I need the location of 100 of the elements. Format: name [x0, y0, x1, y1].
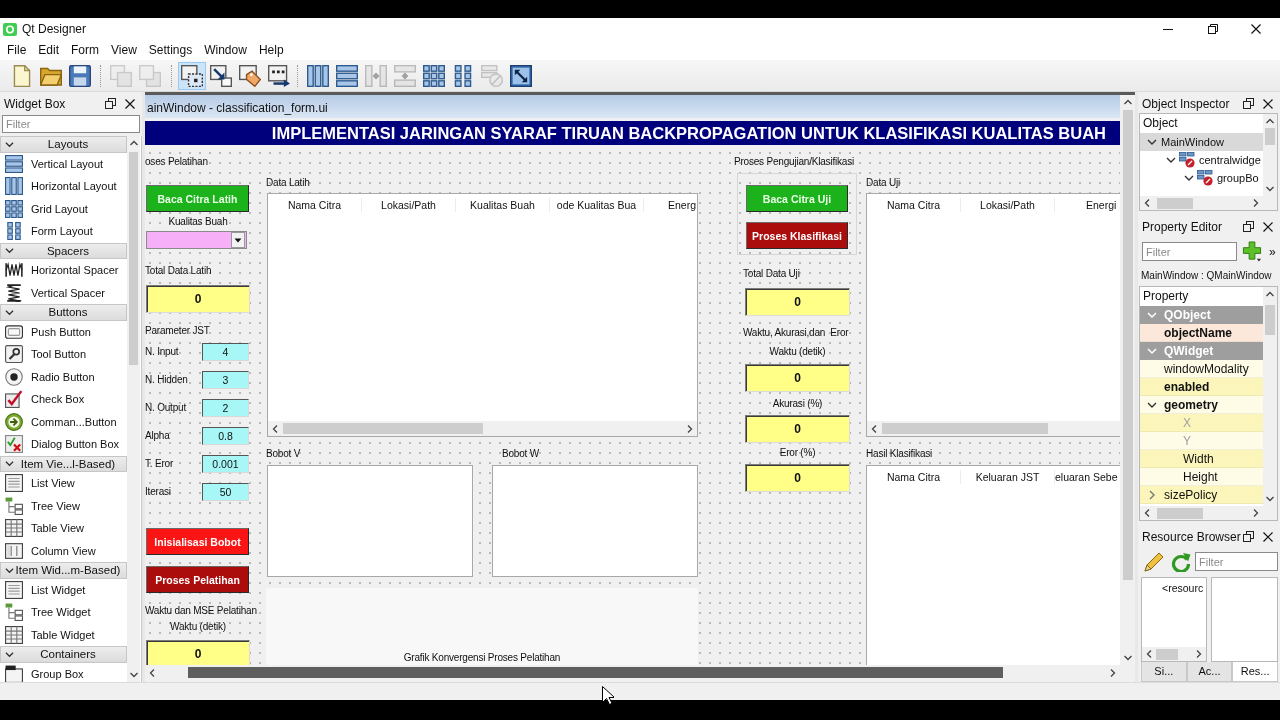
- category-header[interactable]: Containers: [0, 646, 127, 663]
- close-icon[interactable]: [1263, 98, 1273, 109]
- list-item[interactable]: Radio Button: [0, 365, 127, 388]
- dock-tab[interactable]: Ac...: [1186, 662, 1233, 682]
- scrollbar-thumb[interactable]: [882, 423, 1048, 434]
- dock-tab[interactable]: Res...: [1232, 662, 1278, 682]
- chevron-right-icon[interactable]: [1252, 509, 1260, 517]
- overlapping-windows-icon[interactable]: [1243, 98, 1254, 109]
- dock-tab[interactable]: Si...: [1141, 662, 1187, 682]
- param-field[interactable]: 0.001: [202, 455, 249, 473]
- overlapping-windows-icon[interactable]: [1243, 531, 1254, 542]
- chevron-right-icon[interactable]: [1252, 199, 1260, 207]
- list-item[interactable]: Push Button: [0, 320, 127, 343]
- column-header[interactable]: ode Kualitas Bua: [550, 198, 644, 212]
- list-item[interactable]: Group Box: [0, 662, 127, 682]
- scrollbar-thumb[interactable]: [129, 152, 138, 365]
- close-icon[interactable]: [1251, 24, 1261, 34]
- chevron-right-icon[interactable]: [1109, 668, 1117, 677]
- chevron-left-icon[interactable]: [870, 424, 878, 433]
- param-field[interactable]: 4: [202, 343, 249, 361]
- menu-item[interactable]: View: [105, 41, 143, 59]
- refresh-icon[interactable]: [1171, 551, 1191, 572]
- scrollbar-thumb[interactable]: [283, 423, 483, 434]
- property-row[interactable]: windowModality: [1140, 360, 1263, 378]
- category-header[interactable]: Layouts: [0, 136, 127, 153]
- category-header[interactable]: Spacers: [0, 242, 127, 259]
- column-header[interactable]: Energi: [1055, 198, 1120, 212]
- close-icon[interactable]: [125, 98, 135, 109]
- column-header[interactable]: Property: [1140, 287, 1263, 306]
- tree-item[interactable]: centralwidge: [1140, 151, 1263, 169]
- chevron-right-icon[interactable]: [686, 424, 694, 433]
- list-item[interactable]: Comman...Button: [0, 410, 127, 433]
- list-item[interactable]: Tree View: [0, 494, 127, 517]
- tree-item[interactable]: groupBo: [1140, 169, 1263, 187]
- scrollbar-thumb[interactable]: [1122, 110, 1133, 580]
- category-header[interactable]: Buttons: [0, 304, 127, 321]
- chevron-left-icon[interactable]: [1143, 199, 1151, 207]
- scrollbar-thumb[interactable]: [1156, 648, 1178, 660]
- category-header[interactable]: Item Wid...m-Based): [0, 562, 127, 579]
- param-field[interactable]: 50: [202, 483, 249, 501]
- value-field[interactable]: 0: [745, 288, 850, 316]
- value-field[interactable]: 0: [745, 464, 850, 492]
- property-row[interactable]: Height: [1140, 468, 1263, 486]
- chevron-down-icon[interactable]: [1123, 654, 1132, 662]
- action-button[interactable]: Proses Klasifikasi: [746, 222, 848, 249]
- list-item[interactable]: Tree Widget: [0, 601, 127, 624]
- column-header[interactable]: Kualitas Buah: [456, 198, 550, 212]
- list-item[interactable]: Tool Button: [0, 343, 127, 366]
- column-header[interactable]: eluaran Sebe: [1055, 470, 1120, 484]
- list-item[interactable]: Check Box: [0, 388, 127, 411]
- chevron-down-icon[interactable]: [1266, 495, 1274, 503]
- column-header[interactable]: Nama Citra: [867, 470, 961, 484]
- list-item[interactable]: Vertical Spacer: [0, 281, 127, 304]
- menu-item[interactable]: File: [1, 41, 33, 59]
- vertical-scrollbar[interactable]: [127, 136, 140, 682]
- menu-item[interactable]: Edit: [32, 41, 66, 59]
- property-row[interactable]: geometry: [1140, 396, 1263, 414]
- list-item[interactable]: Table Widget: [0, 623, 127, 646]
- list-item[interactable]: Column View: [0, 539, 127, 562]
- list-item[interactable]: Form Layout: [0, 220, 127, 243]
- horizontal-scrollbar[interactable]: [268, 421, 697, 436]
- chevron-right-icon[interactable]: [1195, 650, 1203, 658]
- overlapping-windows-icon[interactable]: [1243, 221, 1254, 232]
- value-field[interactable]: 0: [146, 640, 250, 665]
- filter-field[interactable]: Filter: [2, 115, 140, 133]
- action-button[interactable]: Proses Pelatihan: [146, 566, 249, 593]
- chevron-down-icon[interactable]: [129, 671, 138, 679]
- param-field[interactable]: 2: [202, 399, 249, 417]
- chevron-up-icon[interactable]: [129, 139, 138, 147]
- dropdown[interactable]: [146, 231, 247, 249]
- scrollbar-thumb[interactable]: [188, 667, 1003, 678]
- list-item[interactable]: List View: [0, 472, 127, 495]
- scrollbar-thumb[interactable]: [1157, 507, 1203, 519]
- column-header[interactable]: Lokasi/Path: [362, 198, 456, 212]
- column-header[interactable]: Nama Citra: [867, 198, 961, 212]
- list-item[interactable]: List Widget: [0, 578, 127, 601]
- filter-field[interactable]: Filter: [1195, 552, 1278, 571]
- scrollbar-thumb[interactable]: [1265, 305, 1275, 335]
- category-header[interactable]: Item Vie...l-Based): [0, 455, 127, 472]
- filter-field[interactable]: Filter: [1142, 242, 1237, 261]
- property-row[interactable]: sizePolicy: [1140, 486, 1263, 504]
- list-item[interactable]: Horizontal Spacer: [0, 259, 127, 282]
- tree-item[interactable]: MainWindow: [1140, 133, 1263, 151]
- column-header[interactable]: Object: [1140, 114, 1263, 133]
- column-header[interactable]: Lokasi/Path: [961, 198, 1055, 212]
- pencil-icon[interactable]: [1144, 551, 1164, 572]
- value-field[interactable]: 0: [745, 364, 850, 392]
- list-item[interactable]: Dialog Button Box: [0, 433, 127, 456]
- column-header[interactable]: Keluaran JST: [961, 470, 1055, 484]
- action-button[interactable]: Inisialisasi Bobot: [146, 528, 249, 555]
- chevron-up-icon[interactable]: [1266, 117, 1274, 125]
- value-field[interactable]: 0: [745, 415, 850, 443]
- column-header[interactable]: Energ: [644, 198, 697, 212]
- param-field[interactable]: 3: [202, 371, 249, 389]
- chevron-up-icon[interactable]: [1266, 290, 1274, 298]
- horizontal-scrollbar[interactable]: [1142, 647, 1206, 661]
- list-item[interactable]: Vertical Layout: [0, 152, 127, 175]
- overlapping-windows-icon[interactable]: [105, 98, 116, 109]
- chevron-left-icon[interactable]: [271, 424, 279, 433]
- property-row[interactable]: Width: [1140, 450, 1263, 468]
